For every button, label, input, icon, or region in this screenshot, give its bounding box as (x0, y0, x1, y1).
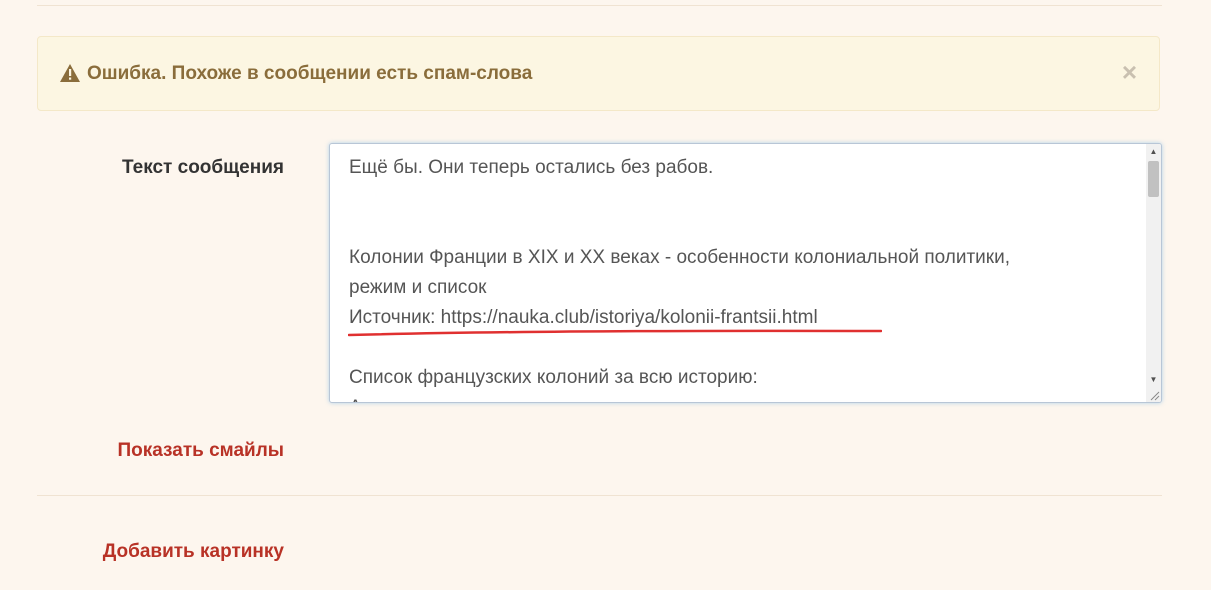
top-divider (37, 5, 1162, 6)
scroll-up-arrow-icon[interactable]: ▲ (1146, 144, 1161, 159)
message-textarea[interactable]: Ещё бы. Они теперь остались без рабов. К… (329, 143, 1162, 403)
scroll-thumb[interactable] (1148, 161, 1159, 197)
red-underline-annotation (348, 329, 882, 337)
textarea-scrollbar[interactable]: ▲ ▼ (1146, 144, 1161, 402)
alert-message: Ошибка. Похоже в сообщении есть спам-сло… (87, 63, 533, 84)
message-line (349, 183, 1129, 213)
message-line: Ещё бы. Они теперь остались без рабов. (349, 157, 714, 178)
message-label: Текст сообщения (122, 157, 284, 178)
message-text: Ещё бы. Они теперь остались без рабов. К… (349, 153, 1129, 402)
error-alert: Ошибка. Похоже в сообщении есть спам-сло… (37, 36, 1160, 111)
message-line (349, 213, 1129, 243)
scroll-down-arrow-icon[interactable]: ▼ (1146, 372, 1161, 387)
close-icon[interactable]: × (1122, 59, 1137, 85)
resize-handle-icon[interactable] (1149, 390, 1160, 401)
message-line: режим и список (349, 277, 487, 298)
message-line: А (349, 393, 1129, 402)
add-image-link[interactable]: Добавить картинку (103, 541, 284, 563)
show-smiles-link[interactable]: Показать смайлы (117, 440, 284, 462)
message-line: Список французских колоний за всю истори… (349, 367, 758, 388)
message-line: Колонии Франции в XIX и XX веках - особе… (349, 247, 1011, 268)
warning-triangle-icon (60, 64, 80, 82)
section-divider (37, 495, 1162, 496)
